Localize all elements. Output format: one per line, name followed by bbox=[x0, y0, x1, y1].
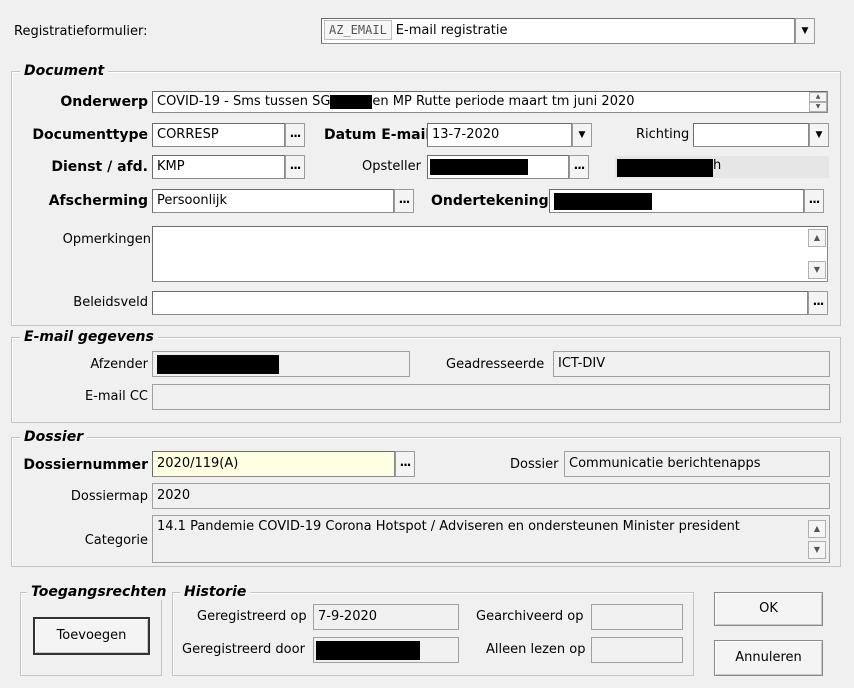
redacted-block bbox=[316, 641, 420, 660]
geregistreerd-op-field: 7-9-2020 bbox=[313, 604, 459, 630]
onderwerp-scroll-down[interactable]: ▼ bbox=[809, 102, 827, 112]
beleidsveld-field[interactable] bbox=[152, 291, 808, 315]
datum-label: Datum E-mail bbox=[324, 127, 431, 143]
ok-button[interactable]: OK bbox=[714, 592, 823, 626]
ondertekening-label: Ondertekening bbox=[431, 193, 549, 209]
categorie-scroll-up[interactable]: ▲ bbox=[808, 520, 826, 538]
redacted-block bbox=[554, 193, 652, 210]
chevron-down-icon: ▼ bbox=[815, 130, 823, 140]
onderwerp-scroll-up[interactable]: ▲ bbox=[809, 92, 827, 102]
scroll-down-icon: ▼ bbox=[813, 265, 821, 274]
gearchiveerd-op-field bbox=[591, 604, 683, 630]
dienst-browse-button[interactable]: ... bbox=[285, 155, 305, 179]
email-cc-label: E-mail CC bbox=[84, 389, 148, 404]
richting-label: Richting bbox=[636, 127, 690, 142]
dienst-field[interactable]: KMP bbox=[152, 155, 285, 179]
cancel-button[interactable]: Annuleren bbox=[714, 640, 823, 676]
afzender-label: Afzender bbox=[90, 357, 148, 372]
opmerkingen-textarea[interactable] bbox=[152, 226, 828, 282]
geregistreerd-door-field bbox=[313, 637, 459, 663]
afscherming-browse-button[interactable]: ... bbox=[394, 189, 414, 213]
chevron-down-icon: ▼ bbox=[578, 130, 586, 140]
afzender-field bbox=[152, 351, 410, 377]
afscherming-label: Afscherming bbox=[48, 193, 148, 209]
opsteller-field[interactable] bbox=[427, 155, 569, 179]
beleidsveld-browse-button[interactable]: ... bbox=[808, 291, 828, 315]
opmerkingen-label: Opmerkingen bbox=[62, 232, 151, 247]
toevoegen-button[interactable]: Toevoegen bbox=[33, 617, 150, 655]
alleen-lezen-label: Alleen lezen op bbox=[486, 642, 586, 657]
richting-dropdown-button[interactable]: ▼ bbox=[809, 123, 829, 147]
documenttype-browse-button[interactable]: ... bbox=[285, 123, 305, 147]
alleen-lezen-field bbox=[591, 637, 683, 663]
redacted-block bbox=[617, 159, 713, 177]
email-cc-field bbox=[152, 384, 830, 410]
richting-field[interactable] bbox=[693, 123, 809, 147]
opsteller-suffix: h bbox=[713, 158, 722, 173]
dossiernummer-field[interactable]: 2020/119(A) bbox=[152, 451, 395, 477]
dienst-label: Dienst / afd. bbox=[51, 159, 148, 175]
form-select[interactable]: AZ_EMAIL E-mail registratie bbox=[321, 18, 795, 44]
scroll-up-icon: ▲ bbox=[815, 93, 821, 100]
dossier-field: Communicatie berichtenapps bbox=[564, 451, 830, 477]
opsteller-browse-button[interactable]: ... bbox=[569, 155, 589, 179]
geregistreerd-door-label: Geregistreerd door bbox=[182, 642, 305, 657]
scroll-up-icon: ▲ bbox=[813, 233, 821, 242]
redacted-block bbox=[430, 159, 528, 175]
email-group bbox=[11, 337, 841, 423]
dossiernummer-browse-button[interactable]: ... bbox=[395, 451, 415, 477]
redacted-block bbox=[157, 355, 279, 374]
opmerkingen-scroll-up[interactable]: ▲ bbox=[808, 229, 826, 247]
scroll-down-icon: ▼ bbox=[815, 103, 821, 110]
historie-title: Historie bbox=[180, 584, 251, 600]
documenttype-label: Documenttype bbox=[32, 127, 148, 143]
afscherming-field[interactable]: Persoonlijk bbox=[152, 189, 394, 213]
dossiermap-field: 2020 bbox=[152, 483, 830, 509]
onderwerp-field[interactable]: COVID-19 - Sms tussen SG en MP Rutte peri… bbox=[152, 91, 828, 113]
form-value: E-mail registratie bbox=[395, 23, 508, 38]
dossiermap-label: Dossiermap bbox=[70, 489, 148, 504]
documenttype-field[interactable]: CORRESP bbox=[152, 123, 285, 147]
geadresseerde-label: Geadresseerde bbox=[446, 357, 545, 372]
scroll-up-icon: ▲ bbox=[813, 524, 821, 533]
ondertekening-browse-button[interactable]: ... bbox=[804, 189, 824, 213]
datum-dropdown-button[interactable]: ▼ bbox=[572, 123, 592, 147]
redacted-block bbox=[330, 94, 373, 109]
toegangsrechten-title: Toegangsrechten bbox=[27, 584, 171, 600]
dossiernummer-label: Dossiernummer bbox=[23, 457, 148, 473]
opsteller-label: Opsteller bbox=[362, 159, 421, 174]
geregistreerd-op-label: Geregistreerd op bbox=[197, 609, 307, 624]
chevron-down-icon: ▼ bbox=[801, 26, 809, 36]
form-dropdown-button[interactable]: ▼ bbox=[795, 18, 815, 44]
opsteller-display: h bbox=[614, 155, 830, 179]
geadresseerde-field: ICT-DIV bbox=[553, 351, 830, 377]
onderwerp-label: Onderwerp bbox=[60, 94, 148, 110]
document-group-title: Document bbox=[20, 63, 109, 79]
ondertekening-field[interactable] bbox=[549, 189, 804, 213]
opmerkingen-scroll-down[interactable]: ▼ bbox=[808, 261, 826, 279]
form-label: Registratieformulier: bbox=[14, 24, 148, 39]
form-code: AZ_EMAIL bbox=[324, 20, 392, 40]
categorie-label: Categorie bbox=[84, 533, 148, 548]
categorie-field: 14.1 Pandemie COVID-19 Corona Hotspot / … bbox=[152, 515, 830, 563]
onderwerp-text-2: en MP Rutte periode maart tm juni 2020 bbox=[372, 94, 635, 109]
email-group-title: E-mail gegevens bbox=[20, 329, 158, 345]
onderwerp-text-1: COVID-19 - Sms tussen SG bbox=[157, 94, 331, 109]
scroll-down-icon: ▼ bbox=[813, 545, 821, 554]
dossier-label: Dossier bbox=[510, 457, 559, 472]
beleidsveld-label: Beleidsveld bbox=[73, 295, 148, 310]
datum-field[interactable]: 13-7-2020 bbox=[427, 123, 572, 147]
categorie-scroll-down[interactable]: ▼ bbox=[808, 541, 826, 559]
gearchiveerd-op-label: Gearchiveerd op bbox=[476, 609, 584, 624]
dossier-group-title: Dossier bbox=[20, 429, 88, 445]
